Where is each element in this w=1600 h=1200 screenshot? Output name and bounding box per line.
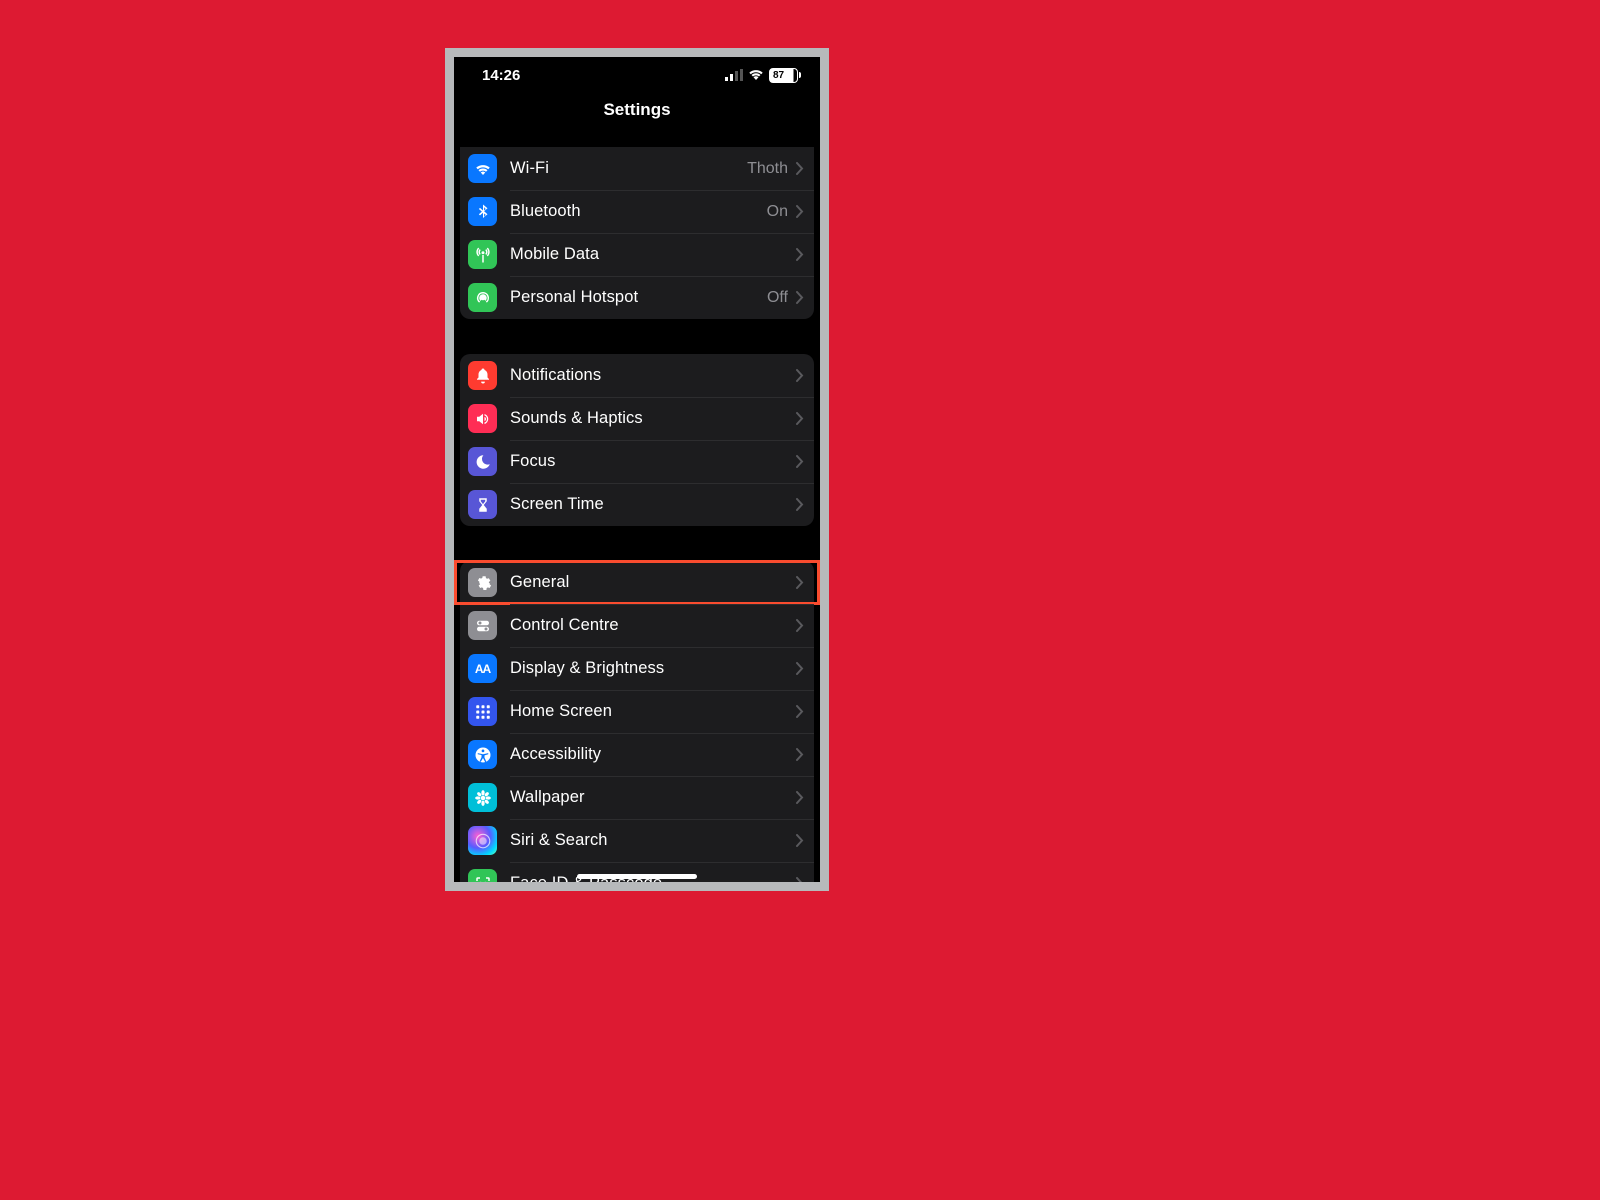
status-time: 14:26 xyxy=(482,67,520,84)
chevron-right-icon xyxy=(792,162,814,175)
row-value: On xyxy=(767,203,792,221)
switches-icon xyxy=(468,611,497,640)
page-title: Settings xyxy=(454,93,820,130)
row-label: Control Centre xyxy=(497,616,792,635)
wifi-status-icon xyxy=(748,69,764,81)
settings-row-sounds-haptics[interactable]: Sounds & Haptics xyxy=(460,397,814,440)
accessibility-icon xyxy=(468,740,497,769)
status-bar: 14:26 87 xyxy=(454,57,820,93)
settings-row-display-brightness[interactable]: AADisplay & Brightness xyxy=(460,647,814,690)
row-label: Personal Hotspot xyxy=(497,288,767,307)
bell-icon xyxy=(468,361,497,390)
chevron-right-icon xyxy=(792,662,814,675)
chevron-right-icon xyxy=(792,412,814,425)
phone-frame: 14:26 87 Settings Wi-FiThothBluetoothOnM… xyxy=(445,48,829,891)
row-label: Siri & Search xyxy=(497,831,792,850)
row-label: Sounds & Haptics xyxy=(497,409,792,428)
row-label: Focus xyxy=(497,452,792,471)
settings-group-connectivity: Wi-FiThothBluetoothOnMobile DataPersonal… xyxy=(460,147,814,319)
settings-row-screen-time[interactable]: Screen Time xyxy=(460,483,814,526)
row-label: General xyxy=(497,573,792,592)
chevron-right-icon xyxy=(792,576,814,589)
chevron-right-icon xyxy=(792,619,814,632)
settings-row-wallpaper[interactable]: Wallpaper xyxy=(460,776,814,819)
status-indicators: 87 xyxy=(725,68,798,83)
settings-row-wifi[interactable]: Wi-FiThoth xyxy=(460,147,814,190)
gear-icon xyxy=(468,568,497,597)
row-label: Notifications xyxy=(497,366,792,385)
chevron-right-icon xyxy=(792,498,814,511)
row-label: Bluetooth xyxy=(497,202,767,221)
hourglass-icon xyxy=(468,490,497,519)
row-value: Off xyxy=(767,289,792,307)
settings-row-home-screen[interactable]: Home Screen xyxy=(460,690,814,733)
chevron-right-icon xyxy=(792,834,814,847)
settings-list[interactable]: Wi-FiThothBluetoothOnMobile DataPersonal… xyxy=(454,147,820,882)
settings-group-system: GeneralControl CentreAADisplay & Brightn… xyxy=(460,561,814,882)
chevron-right-icon xyxy=(792,877,814,882)
row-label: Home Screen xyxy=(497,702,792,721)
settings-row-general[interactable]: General xyxy=(460,561,814,604)
flower-icon xyxy=(468,783,497,812)
settings-row-siri-search[interactable]: Siri & Search xyxy=(460,819,814,862)
chevron-right-icon xyxy=(792,248,814,261)
wifi-icon xyxy=(468,154,497,183)
antenna-icon xyxy=(468,240,497,269)
settings-group-attention: Notifications Sounds & Haptics Focus Screen… xyxy=(460,354,814,526)
settings-row-control-centre[interactable]: Control Centre xyxy=(460,604,814,647)
speaker-icon xyxy=(468,404,497,433)
cellular-icon xyxy=(725,69,743,81)
faceid-icon xyxy=(468,869,497,882)
grid-icon xyxy=(468,697,497,726)
hotspot-icon xyxy=(468,283,497,312)
chevron-right-icon xyxy=(792,205,814,218)
row-label: Display & Brightness xyxy=(497,659,792,678)
settings-row-bluetooth[interactable]: BluetoothOn xyxy=(460,190,814,233)
chevron-right-icon xyxy=(792,705,814,718)
row-label: Wi-Fi xyxy=(497,159,747,178)
chevron-right-icon xyxy=(792,791,814,804)
siri-icon xyxy=(468,826,497,855)
row-value: Thoth xyxy=(747,160,792,178)
screen: 14:26 87 Settings Wi-FiThothBluetoothOnM… xyxy=(454,57,820,882)
chevron-right-icon xyxy=(792,369,814,382)
settings-row-faceid-passcode[interactable]: Face ID & Passcode xyxy=(460,862,814,882)
row-label: Mobile Data xyxy=(497,245,792,264)
home-indicator[interactable] xyxy=(577,874,697,879)
chevron-right-icon xyxy=(792,455,814,468)
chevron-right-icon xyxy=(792,291,814,304)
settings-row-notifications[interactable]: Notifications xyxy=(460,354,814,397)
settings-row-focus[interactable]: Focus xyxy=(460,440,814,483)
bluetooth-icon xyxy=(468,197,497,226)
moon-icon xyxy=(468,447,497,476)
chevron-right-icon xyxy=(792,748,814,761)
row-label: Wallpaper xyxy=(497,788,792,807)
settings-row-accessibility[interactable]: Accessibility xyxy=(460,733,814,776)
row-label: Screen Time xyxy=(497,495,792,514)
battery-indicator: 87 xyxy=(769,68,798,83)
aa-icon: AA xyxy=(468,654,497,683)
settings-row-personal-hotspot[interactable]: Personal HotspotOff xyxy=(460,276,814,319)
row-label: Accessibility xyxy=(497,745,792,764)
settings-row-mobile-data[interactable]: Mobile Data xyxy=(460,233,814,276)
